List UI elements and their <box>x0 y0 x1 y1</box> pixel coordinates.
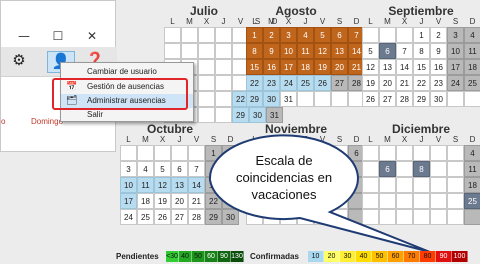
legend-swatch: 70 <box>404 251 420 262</box>
legend-swatch: 50 <box>372 251 388 262</box>
legend: Pendientes <30 40 50 60 90 130 Confirmadas 10… <box>0 248 480 264</box>
legend-swatch: 50 <box>192 251 205 262</box>
legend-swatch: 30 <box>340 251 356 262</box>
callout-line: vacaciones <box>251 187 317 202</box>
legend-swatch: 20 <box>324 251 340 262</box>
legend-swatch: 80 <box>420 251 436 262</box>
legend-swatch: 100 <box>452 251 468 262</box>
callout-line: Escala de <box>255 153 313 168</box>
legend-swatch: 60 <box>388 251 404 262</box>
legend-swatch: <30 <box>166 251 179 262</box>
legend-pending-label: Pendientes <box>116 252 159 261</box>
legend-confirmed-label: Confirmadas <box>250 252 299 261</box>
legend-swatch: 130 <box>231 251 244 262</box>
legend-swatch: 40 <box>356 251 372 262</box>
callout-line: coincidencias en <box>235 170 333 185</box>
callout-text: Escala de coincidencias en vacaciones <box>222 152 346 203</box>
legend-swatch: 90 <box>218 251 231 262</box>
legend-swatch: 60 <box>205 251 218 262</box>
callout-bubble <box>208 134 431 253</box>
legend-swatch: 40 <box>179 251 192 262</box>
legend-swatch: 10 <box>308 251 324 262</box>
legend-swatch: 90 <box>436 251 452 262</box>
